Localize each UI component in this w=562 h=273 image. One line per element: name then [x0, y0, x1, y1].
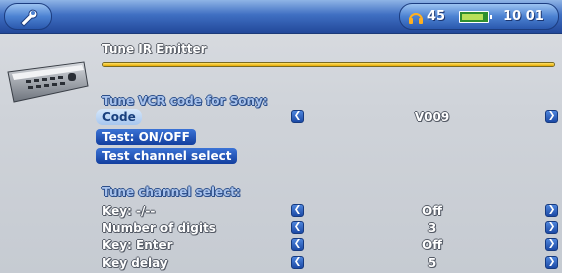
page-title: Tune IR Emitter — [102, 42, 207, 56]
setting-value: 5 — [427, 256, 437, 270]
vcr-section-title: Tune VCR code for Sony: — [102, 94, 268, 108]
chevron-left-icon[interactable]: ❮ — [291, 204, 304, 217]
chevron-left-icon[interactable]: ❮ — [291, 238, 304, 251]
setting-row-enter[interactable]: Key: Enter ❮ Off ❯ — [102, 237, 558, 253]
test-channel-row[interactable]: Test channel select — [96, 148, 557, 164]
channel-section-title: Tune channel select: — [102, 185, 241, 199]
setting-row-delay[interactable]: Key delay ❮ 5 ❯ — [102, 255, 558, 271]
test-onoff-button[interactable]: Test: ON/OFF — [96, 129, 196, 145]
chevron-left-icon[interactable]: ❮ — [291, 110, 304, 123]
chevron-right-icon[interactable]: ❯ — [545, 110, 558, 123]
setting-label: Key: -/-- — [102, 204, 156, 218]
progress-fill — [103, 63, 554, 66]
battery-icon — [459, 10, 493, 23]
setting-label: Key delay — [102, 256, 168, 270]
chevron-left-icon[interactable]: ❮ — [291, 256, 304, 269]
volume-value: 45 — [427, 9, 446, 24]
test-channel-button[interactable]: Test channel select — [96, 148, 238, 164]
chevron-left-icon[interactable]: ❮ — [291, 221, 304, 234]
setting-label: Key: Enter — [102, 238, 173, 252]
setting-value: Off — [422, 204, 442, 218]
setting-label: Number of digits — [102, 221, 216, 235]
setting-row-digits[interactable]: Number of digits ❮ 3 ❯ — [102, 220, 558, 236]
battery-level — [462, 13, 484, 20]
setting-value: 3 — [427, 221, 437, 235]
clock: 10 01 — [503, 9, 544, 24]
chevron-right-icon[interactable]: ❯ — [545, 256, 558, 269]
channel-section-header: Tune channel select: — [102, 184, 557, 200]
status-area: 45 10 01 — [399, 3, 559, 30]
code-label[interactable]: Code — [96, 109, 142, 125]
top-bar: 45 10 01 — [0, 0, 562, 34]
chevron-right-icon[interactable]: ❯ — [545, 238, 558, 251]
progress-bar — [102, 62, 555, 67]
test-onoff-row[interactable]: Test: ON/OFF — [96, 129, 557, 145]
setting-row-key-dash[interactable]: Key: -/-- ❮ Off ❯ — [102, 203, 558, 219]
chevron-right-icon[interactable]: ❯ — [545, 221, 558, 234]
remote-control-icon — [7, 61, 89, 103]
code-row[interactable]: Code ❮ V009 ❯ — [96, 109, 558, 125]
headphones-icon — [409, 12, 423, 24]
vcr-section-header: Tune VCR code for Sony: — [102, 93, 557, 109]
setting-value: Off — [422, 238, 442, 252]
chevron-right-icon[interactable]: ❯ — [545, 204, 558, 217]
code-value: V009 — [414, 110, 450, 124]
wrench-icon — [20, 9, 38, 27]
settings-button[interactable] — [4, 3, 52, 30]
